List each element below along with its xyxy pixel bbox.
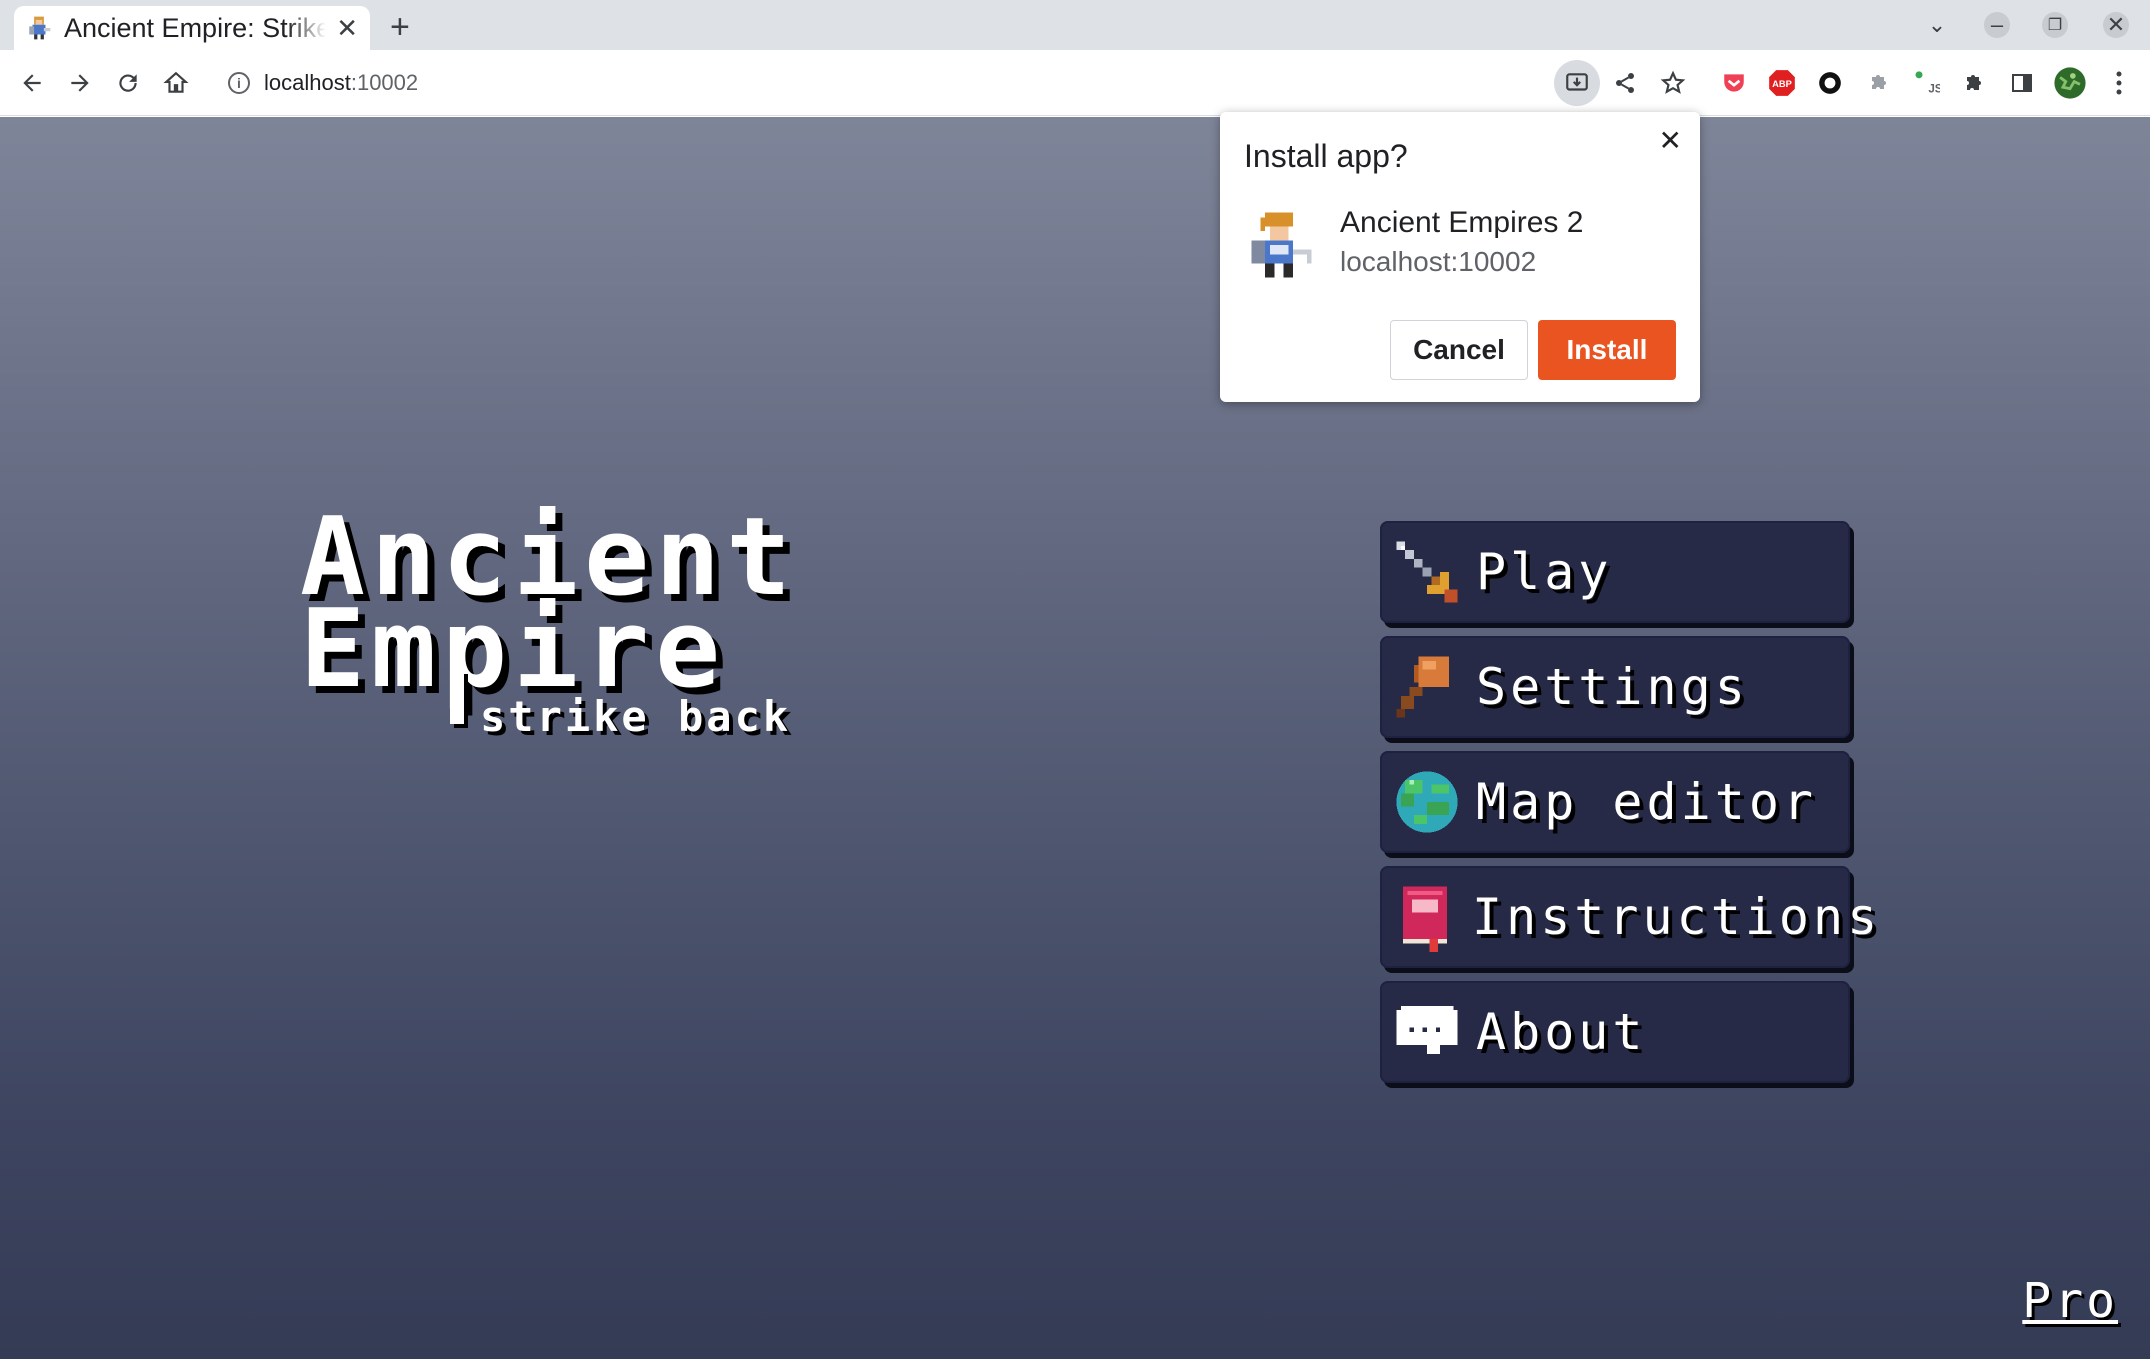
settings-button[interactable]: Settings bbox=[1380, 636, 1850, 738]
sword-icon bbox=[1390, 535, 1464, 609]
main-menu: Play Settings Map editor Instructions Ab… bbox=[1380, 521, 1877, 1096]
adblock-plus-icon[interactable]: ABP bbox=[1765, 66, 1799, 100]
book-icon bbox=[1390, 880, 1460, 954]
url-port: :10002 bbox=[350, 70, 419, 95]
logo-subtitle: strike back bbox=[480, 692, 792, 741]
instructions-button[interactable]: Instructions bbox=[1380, 866, 1877, 968]
restore-icon[interactable]: ❐ bbox=[2042, 12, 2068, 38]
logo-divider bbox=[450, 670, 464, 724]
minimize-icon[interactable]: – bbox=[1984, 12, 2010, 38]
instructions-label: Instructions bbox=[1472, 888, 1882, 946]
install-app-dialog: Install app? ✕ Ancient Empires 2 localho… bbox=[1220, 112, 1700, 402]
side-panel-icon[interactable] bbox=[2005, 66, 2039, 100]
url-host: localhost bbox=[264, 70, 351, 95]
install-app-icon[interactable] bbox=[1554, 60, 1600, 106]
hammer-icon bbox=[1390, 650, 1464, 724]
tab-search-chevron-icon[interactable]: ⌄ bbox=[1924, 12, 1950, 38]
puzzle-gray-extension-icon[interactable] bbox=[1861, 66, 1895, 100]
install-app-origin: localhost:10002 bbox=[1340, 246, 1537, 277]
close-window-icon[interactable]: ✕ bbox=[2103, 12, 2129, 38]
knight-favicon-icon bbox=[29, 16, 51, 40]
map-editor-button[interactable]: Map editor bbox=[1380, 751, 1850, 853]
dialog-close-icon[interactable]: ✕ bbox=[1659, 124, 1682, 157]
tab-title: Ancient Empire: Strike Back bbox=[64, 12, 326, 43]
address-bar[interactable]: i localhost:10002 bbox=[212, 59, 1592, 107]
profile-avatar-icon[interactable] bbox=[2053, 66, 2087, 100]
circle-extension-icon[interactable] bbox=[1813, 66, 1847, 100]
pocket-extension-icon[interactable] bbox=[1717, 66, 1751, 100]
svg-text:JS: JS bbox=[1928, 82, 1940, 95]
url-text: localhost:10002 bbox=[264, 70, 418, 96]
tab-close-icon[interactable]: ✕ bbox=[336, 13, 358, 44]
svg-text:ABP: ABP bbox=[1772, 79, 1792, 89]
forward-icon[interactable] bbox=[62, 65, 98, 101]
play-button[interactable]: Play bbox=[1380, 521, 1850, 623]
back-icon[interactable] bbox=[14, 65, 50, 101]
browser-toolbar: i localhost:10002 ABP JS bbox=[0, 50, 2150, 116]
cancel-button[interactable]: Cancel bbox=[1390, 320, 1528, 380]
map-editor-label: Map editor bbox=[1476, 773, 1818, 831]
settings-label: Settings bbox=[1476, 658, 1749, 716]
home-icon[interactable] bbox=[158, 65, 194, 101]
browser-menu-icon[interactable] bbox=[2102, 66, 2136, 100]
logo-line-2: Empire bbox=[300, 587, 727, 712]
new-tab-icon[interactable]: + bbox=[390, 8, 410, 47]
about-label: About bbox=[1476, 1003, 1647, 1061]
install-button[interactable]: Install bbox=[1538, 320, 1676, 380]
tab-strip: Ancient Empire: Strike Back ✕ + ⌄ – ❐ ✕ bbox=[0, 0, 2150, 50]
app-knight-icon bbox=[1251, 212, 1312, 278]
active-tab[interactable]: Ancient Empire: Strike Back ✕ bbox=[14, 6, 370, 50]
speech-bubble-icon bbox=[1390, 995, 1464, 1069]
bookmark-star-icon[interactable] bbox=[1656, 66, 1690, 100]
share-icon[interactable] bbox=[1608, 66, 1642, 100]
game-main-menu-page: Ancient Empire strike back Play Settings… bbox=[0, 117, 2150, 1359]
extensions-puzzle-icon[interactable] bbox=[1957, 66, 1991, 100]
reload-icon[interactable] bbox=[110, 65, 146, 101]
play-label: Play bbox=[1476, 543, 1613, 601]
game-logo: Ancient Empire strike back bbox=[300, 504, 797, 742]
install-dialog-title: Install app? bbox=[1244, 138, 1408, 174]
install-app-name: Ancient Empires 2 bbox=[1340, 206, 1584, 239]
site-info-icon[interactable]: i bbox=[228, 72, 250, 94]
pro-link[interactable]: Pro bbox=[2022, 1273, 2118, 1329]
about-button[interactable]: About bbox=[1380, 981, 1850, 1083]
globe-icon bbox=[1390, 765, 1464, 839]
js-extension-icon[interactable]: JS bbox=[1909, 66, 1943, 100]
